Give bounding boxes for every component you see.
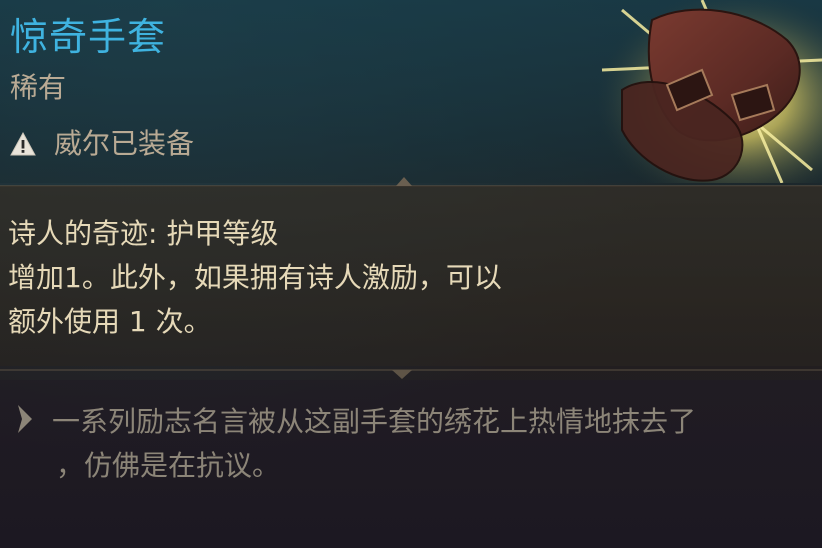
effect-description: 诗人的奇迹: 护甲等级 增加1。此外，如果拥有诗人激励，可以 额外使用 1 次。: [8, 212, 728, 344]
flavor-section: 一系列励志名言被从这副手套的绣花上热情地抹去了 ，仿佛是在抗议。: [0, 380, 822, 548]
equipped-status: 威尔已装备: [10, 124, 194, 164]
warning-icon: [10, 131, 36, 156]
flavor-description: 一系列励志名言被从这副手套的绣花上热情地抹去了 ，仿佛是在抗议。: [52, 400, 812, 488]
effect-line: 诗人的奇迹: 护甲等级: [8, 217, 279, 250]
flavor-line: 一系列励志名言被从这副手套的绣花上热情地抹去了: [52, 405, 697, 438]
flavor-line: ，仿佛是在抗议。: [56, 449, 281, 482]
tooltip-header: 惊奇手套 稀有 威尔已装备: [0, 0, 822, 183]
equipped-text: 威尔已装备: [54, 127, 195, 160]
item-tooltip: 惊奇手套 稀有 威尔已装备 诗人的奇迹: 护甲等级 增加1。此外，如果拥有诗人激…: [0, 0, 822, 548]
item-rarity: 稀有: [10, 71, 67, 104]
gloves-icon: [582, 0, 822, 183]
effect-line: 额外使用 1 次。: [8, 305, 212, 338]
effect-line: 增加1。此外，如果拥有诗人激励，可以: [8, 261, 502, 294]
effect-section: 诗人的奇迹: 护甲等级 增加1。此外，如果拥有诗人激励，可以 额外使用 1 次。: [0, 186, 822, 366]
item-name: 惊奇手套: [10, 15, 167, 59]
quote-chevron-icon: [18, 405, 32, 433]
divider-bottom: [0, 369, 822, 379]
